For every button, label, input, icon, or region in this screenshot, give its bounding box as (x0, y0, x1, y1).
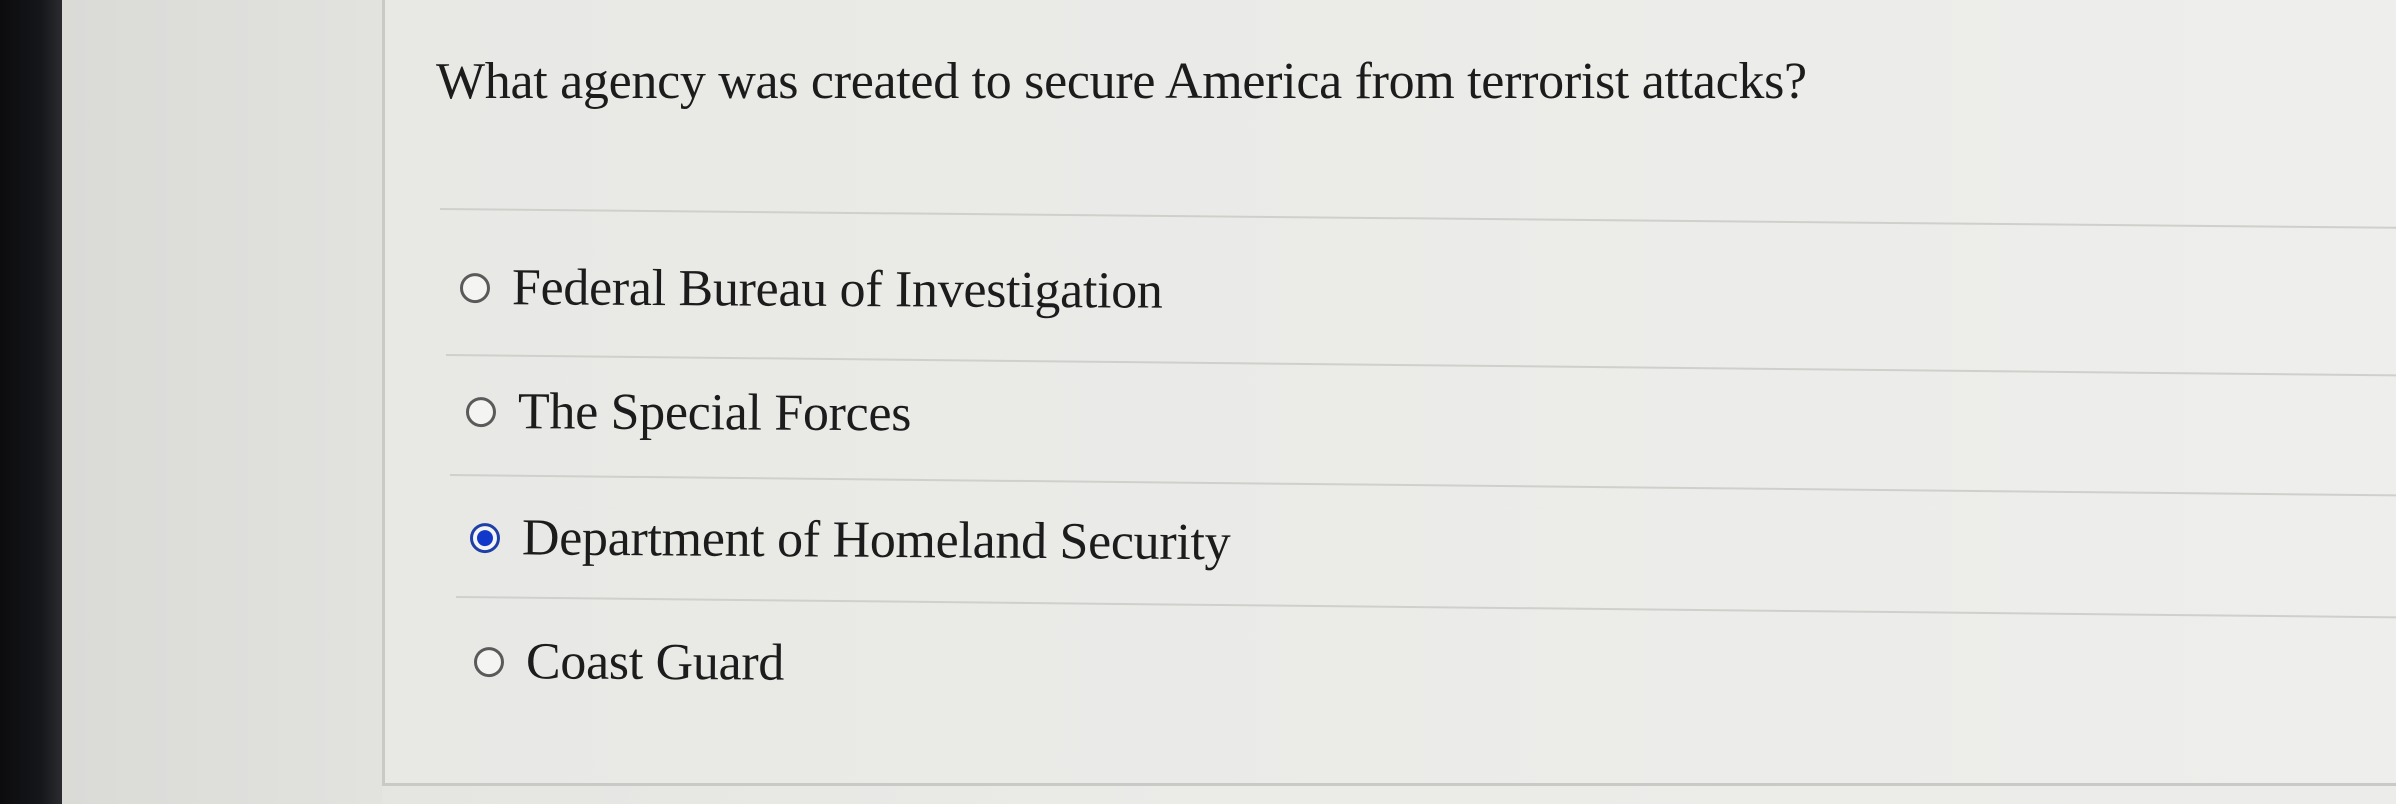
radio-button[interactable] (459, 272, 491, 303)
option-coast-guard[interactable]: Coast Guard (473, 632, 785, 693)
monitor-bezel (0, 0, 62, 804)
question-text: What agency was created to secure Americ… (436, 53, 1807, 110)
option-department-of-homeland-security[interactable]: Department of Homeland Security (469, 508, 1231, 572)
radio-button-selected[interactable] (469, 522, 501, 553)
option-label: The Special Forces (517, 383, 912, 443)
radio-button[interactable] (465, 396, 497, 427)
option-the-special-forces[interactable]: The Special Forces (465, 382, 912, 443)
option-federal-bureau-of-investigation[interactable]: Federal Bureau of Investigation (459, 258, 1163, 321)
screen: What agency was created to secure Americ… (0, 0, 2396, 804)
option-label: Coast Guard (525, 633, 785, 692)
option-label: Department of Homeland Security (521, 509, 1231, 572)
radio-button[interactable] (473, 646, 505, 677)
page-left-margin (62, 0, 382, 804)
option-label: Federal Bureau of Investigation (511, 259, 1163, 320)
